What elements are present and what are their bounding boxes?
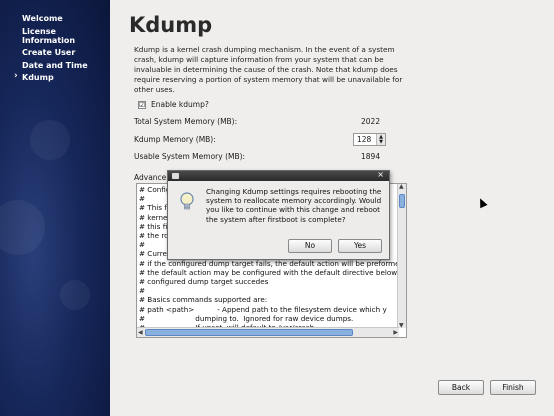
config-line: # path <path> - Append path to the files…: [139, 304, 387, 314]
sidebar-item-create-user: Create User: [22, 48, 76, 57]
checkbox-box[interactable]: ☑: [138, 100, 146, 109]
window-icon: [172, 173, 179, 179]
back-button[interactable]: Back: [438, 380, 484, 395]
yes-button[interactable]: Yes: [338, 239, 382, 253]
finish-button[interactable]: Finish: [490, 380, 536, 395]
usable-memory-label: Usable System Memory (MB):: [134, 152, 246, 161]
sidebar: Welcome License Information Create User …: [0, 0, 110, 416]
down-arrow-icon[interactable]: ▼: [377, 139, 385, 145]
dialog-message: Changing Kdump settings requires rebooti…: [206, 187, 382, 224]
sidebar-item-date-time: Date and Time: [22, 61, 88, 70]
total-memory-value: 2022: [361, 117, 381, 126]
decor-orb: [60, 280, 90, 310]
page-title: Kdump: [129, 13, 213, 37]
sidebar-item-license: License: [22, 27, 56, 36]
sidebar-item-welcome: Welcome: [22, 14, 63, 23]
scroll-up-icon[interactable]: ▲: [399, 184, 404, 190]
sidebar-item-license-information: Information: [22, 36, 76, 45]
scroll-down-icon[interactable]: ▼: [399, 322, 404, 329]
scroll-right-icon[interactable]: ▶: [393, 329, 398, 336]
decor-orb: [0, 200, 45, 255]
advanced-config-label: Advance: [134, 173, 167, 182]
kdump-memory-label: Kdump Memory (MB):: [134, 135, 216, 144]
yes-button-label: Yes: [353, 241, 367, 250]
config-line: # dumping to. Ignored for raw device dum…: [139, 313, 354, 323]
config-line: # the default action may be configured w…: [139, 267, 398, 277]
total-memory-label: Total System Memory (MB):: [134, 117, 238, 126]
scroll-left-icon[interactable]: ◀: [138, 329, 143, 336]
no-button-label: No: [304, 241, 316, 250]
intro-text: Kdump is a kernel crash dumping mechanis…: [134, 45, 403, 94]
spinner-arrows[interactable]: ▲ ▼: [376, 134, 385, 145]
config-line: #: [139, 286, 146, 296]
kdump-memory-value[interactable]: 128: [354, 134, 376, 145]
no-button[interactable]: No: [288, 239, 332, 253]
config-line: # if the configured dump target fails, t…: [139, 258, 400, 268]
enable-kdump-checkbox[interactable]: ☑ Enable kdump?: [138, 100, 209, 109]
usable-memory-value: 1894: [361, 152, 381, 161]
config-line: # configured dump target succedes: [139, 277, 269, 287]
config-line: # Basics commands supported are:: [139, 295, 268, 305]
vertical-scrollbar[interactable]: ▲ ▼: [397, 184, 406, 329]
close-icon[interactable]: ×: [377, 170, 384, 179]
lightbulb-icon: [180, 192, 194, 210]
horizontal-scrollbar[interactable]: ◀ ▶: [137, 327, 399, 337]
dialog-titlebar: ×: [168, 170, 389, 181]
decor-orb: [30, 120, 70, 160]
horizontal-scroll-thumb[interactable]: [145, 329, 353, 336]
vertical-scroll-thumb[interactable]: [399, 194, 405, 208]
enable-kdump-label: Enable kdump?: [151, 100, 209, 109]
confirm-dialog: × Changing Kdump settings requires reboo…: [167, 170, 390, 260]
kdump-memory-spinner[interactable]: 128 ▲ ▼: [353, 133, 386, 146]
sidebar-item-kdump: Kdump: [14, 72, 54, 82]
